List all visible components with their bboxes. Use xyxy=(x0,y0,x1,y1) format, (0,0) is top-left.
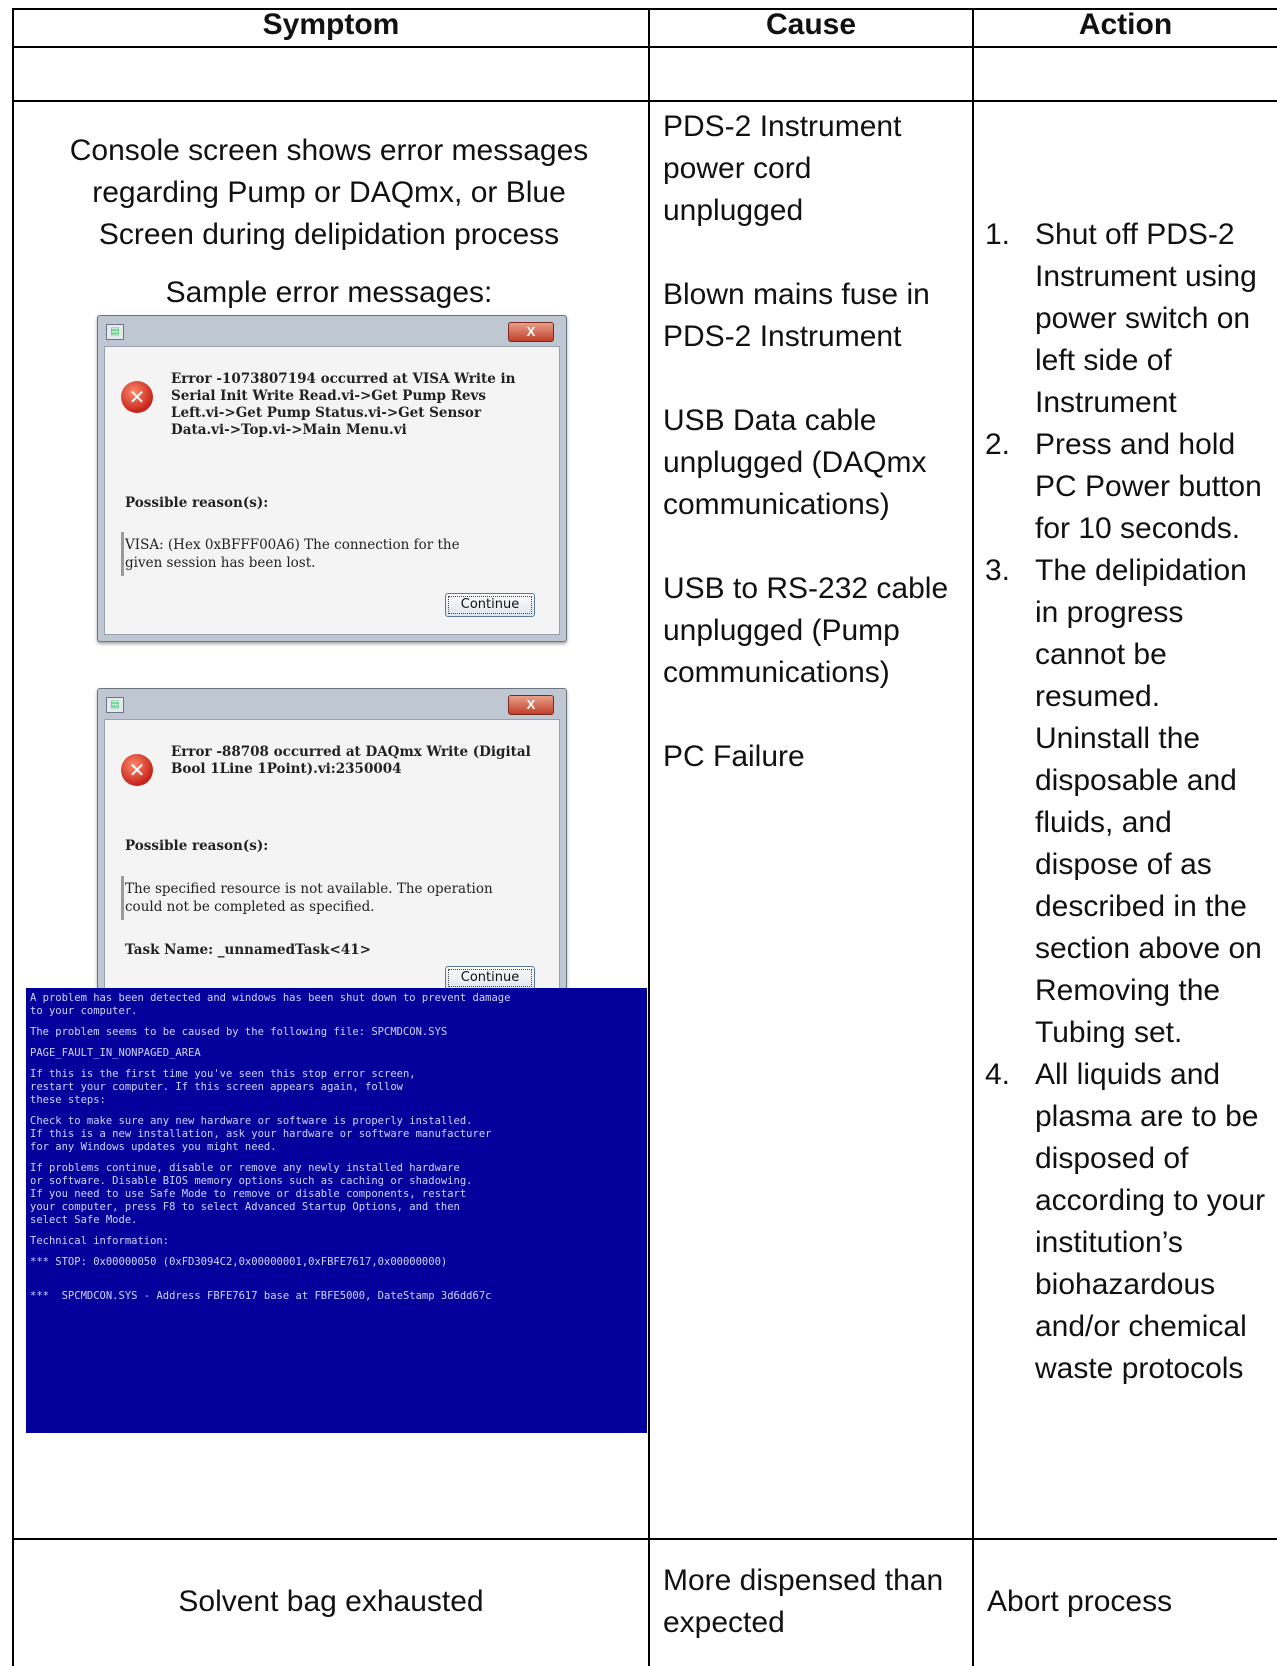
reason-heading: Possible reason(s): xyxy=(125,495,269,511)
sample-label: Sample error messages: xyxy=(165,276,493,309)
action-item: 1. Shut off PDS-2 Instrument using power… xyxy=(983,214,1273,424)
reason-text: The specified resource is not available.… xyxy=(125,881,493,915)
continue-button[interactable]: Continue xyxy=(445,593,535,617)
reason-rule xyxy=(121,532,124,576)
bsod-line: Check to make sure any new hardware or s… xyxy=(30,1115,492,1153)
row-divider xyxy=(12,1538,1277,1540)
error-message: Error -88708 occurred at DAQmx Write (Di… xyxy=(171,744,531,777)
bsod-line: Technical information: xyxy=(30,1235,170,1247)
action-number: 3. xyxy=(985,554,1011,587)
bsod-line: If this is the first time you've seen th… xyxy=(30,1068,416,1106)
action-list: 1. Shut off PDS-2 Instrument using power… xyxy=(983,214,1273,1390)
close-button[interactable]: X xyxy=(508,695,554,715)
header-action: Action xyxy=(1078,8,1173,41)
dialog-titlebar: ▤ X xyxy=(98,316,566,346)
action-item: 3. The delipidation in progress cannot b… xyxy=(983,550,1273,1054)
action-text: Shut off PDS-2 Instrument using power sw… xyxy=(1035,218,1257,419)
bsod-line: *** SPCMDCON.SYS - Address FBFE7617 base… xyxy=(30,1290,492,1302)
cause-item: PDS-2 Instrument power cord unplugged xyxy=(663,110,902,227)
cause-more-dispensed: More dispensed than expected xyxy=(663,1564,944,1639)
cause-item: USB to RS-232 cable unplugged (Pump comm… xyxy=(663,572,949,689)
cause-item: PC Failure xyxy=(663,740,805,773)
action-number: 1. xyxy=(985,218,1011,251)
table-border-left xyxy=(12,8,14,1666)
error-message: Error -1073807194 occurred at VISA Write… xyxy=(171,371,516,438)
symptom-solvent-bag: Solvent bag exhausted xyxy=(178,1585,484,1618)
action-item: 2. Press and hold PC Power button for 10… xyxy=(983,424,1273,550)
cause-item: Blown mains fuse in PDS-2 Instrument xyxy=(663,278,930,353)
symptom-line: Screen during delipidation process xyxy=(98,218,560,251)
blue-screen-image: A problem has been detected and windows … xyxy=(26,988,647,1433)
labview-app-icon: ▤ xyxy=(106,697,124,713)
bsod-line: *** STOP: 0x00000050 (0xFD3094C2,0x00000… xyxy=(30,1256,448,1268)
header-divider xyxy=(12,46,1277,48)
bsod-line: A problem has been detected and windows … xyxy=(30,992,511,1017)
bsod-line: PAGE_FAULT_IN_NONPAGED_AREA xyxy=(30,1047,201,1059)
cause-list: PDS-2 Instrument power cord unplugged Bl… xyxy=(663,106,953,820)
reason-heading: Possible reason(s): xyxy=(125,838,269,854)
error-icon: ✕ xyxy=(121,381,153,413)
col-divider-1 xyxy=(648,8,650,1666)
col-divider-2 xyxy=(972,8,974,1666)
action-text: Press and hold PC Power button for 10 se… xyxy=(1035,428,1262,545)
dialog-body: ✕ Error -88708 occurred at DAQmx Write (… xyxy=(104,719,560,1008)
reason-rule xyxy=(121,876,124,920)
header-cause: Cause xyxy=(765,8,857,41)
bsod-line: If problems continue, disable or remove … xyxy=(30,1162,473,1226)
dialog-titlebar: ▤ X xyxy=(98,689,566,719)
action-abort-process: Abort process xyxy=(987,1585,1173,1618)
action-number: 4. xyxy=(985,1058,1011,1091)
header-symptom: Symptom xyxy=(262,8,400,41)
action-item: 4. All liquids and plasma are to be disp… xyxy=(983,1054,1273,1390)
daqmx-error-dialog: ▤ X ✕ Error -88708 occurred at DAQmx Wri… xyxy=(97,688,567,1015)
symptom-line: Console screen shows error messages xyxy=(69,134,589,167)
action-text: The delipidation in progress cannot be r… xyxy=(1035,554,1262,1049)
error-icon: ✕ xyxy=(121,754,153,786)
task-name: Task Name: _unnamedTask<41> xyxy=(125,942,371,958)
labview-app-icon: ▤ xyxy=(106,324,124,340)
reason-text: VISA: (Hex 0xBFFF00A6) The connection fo… xyxy=(125,537,460,571)
action-number: 2. xyxy=(985,428,1011,461)
symptom-description: Console screen shows error messages rega… xyxy=(14,130,644,256)
cause-item: USB Data cable unplugged (DAQmx communic… xyxy=(663,404,927,521)
action-text: All liquids and plasma are to be dispose… xyxy=(1035,1058,1266,1385)
blank-row-divider xyxy=(12,100,1277,102)
bsod-line: The problem seems to be caused by the fo… xyxy=(30,1026,448,1038)
visa-error-dialog: ▤ X ✕ Error -1073807194 occurred at VISA… xyxy=(97,315,567,642)
dialog-body: ✕ Error -1073807194 occurred at VISA Wri… xyxy=(104,346,560,635)
symptom-line: regarding Pump or DAQmx, or Blue xyxy=(92,176,566,209)
continue-button[interactable]: Continue xyxy=(445,966,535,990)
close-button[interactable]: X xyxy=(508,322,554,342)
